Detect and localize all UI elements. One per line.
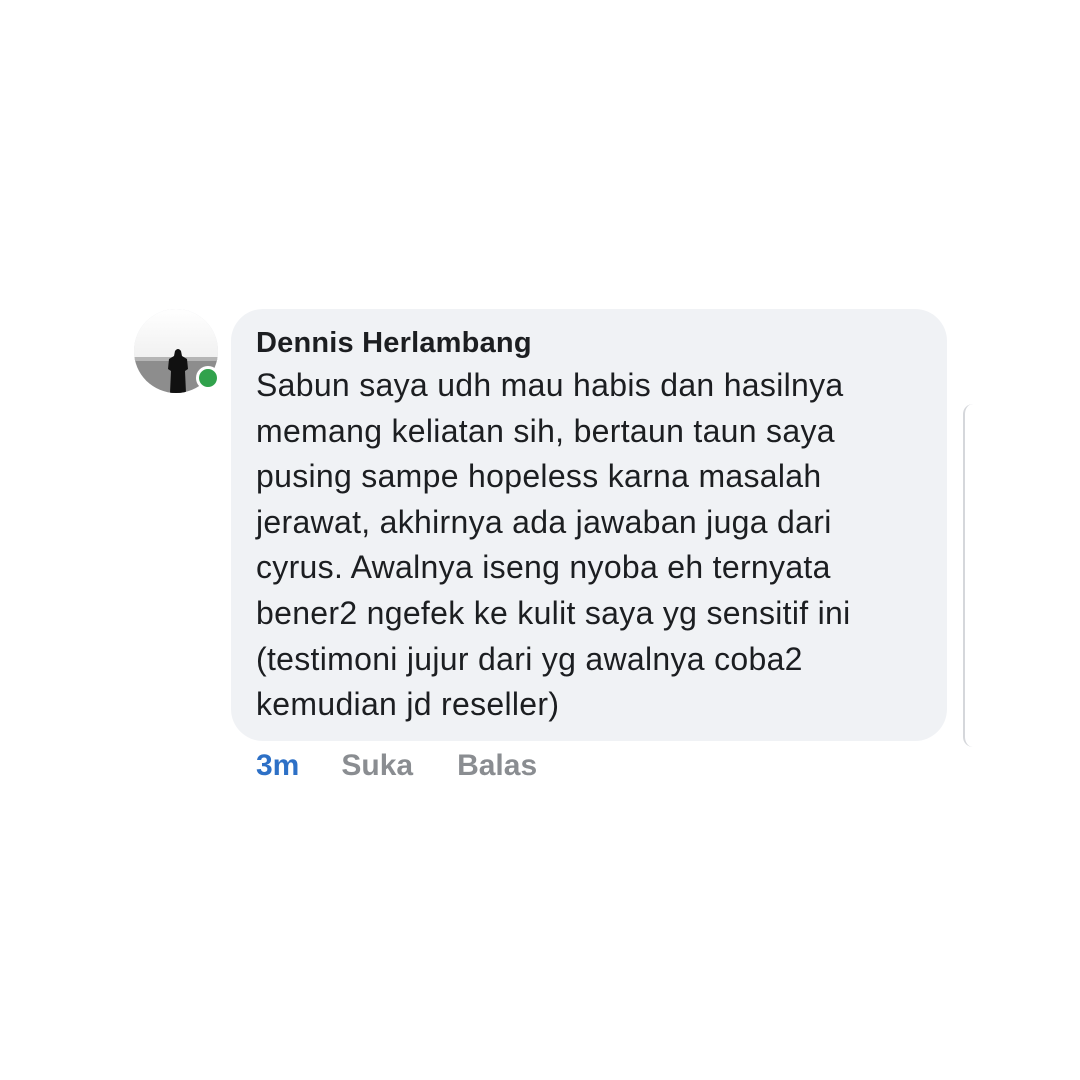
comment-line: (testimoni jujur dari yg awalnya coba2 <box>256 640 803 677</box>
avatar[interactable] <box>134 309 220 393</box>
comment-line: bener2 ngefek ke kulit saya yg sensitif … <box>256 594 851 631</box>
comment-line: Sabun saya udh mau habis dan hasilnya <box>256 367 844 403</box>
reply-button[interactable]: Balas <box>457 749 537 783</box>
reply-thread-line <box>963 404 973 747</box>
comment-line: jerawat, akhirnya ada jawaban juga dari <box>256 503 832 540</box>
comment-line: memang keliatan sih, bertaun taun saya <box>256 412 835 449</box>
like-button[interactable]: Suka <box>341 749 413 783</box>
comment-bubble[interactable]: Dennis Herlambang Sabun saya udh mau hab… <box>231 309 947 741</box>
online-status-indicator <box>196 366 220 390</box>
comment-timestamp[interactable]: 3m <box>256 749 299 783</box>
comment-line: cyrus. Awalnya iseng nyoba eh ternyata <box>256 549 831 586</box>
comment-screen: Dennis Herlambang Sabun saya udh mau hab… <box>0 0 1080 1080</box>
comment-line: kemudian jd reseller) <box>256 686 560 723</box>
comment-actions: 3m Suka Balas <box>256 746 537 786</box>
comment-line: pusing sampe hopeless karna masalah <box>256 458 822 495</box>
comment-text: Sabun saya udh mau habis dan hasilnya me… <box>256 363 927 728</box>
comment-author[interactable]: Dennis Herlambang <box>256 323 927 363</box>
